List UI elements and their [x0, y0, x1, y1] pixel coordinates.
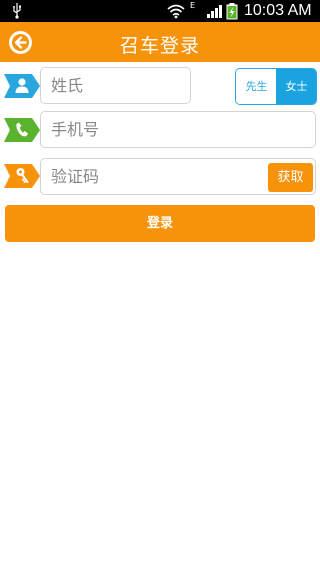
key-icon [4, 164, 40, 188]
get-code-button[interactable]: 获取 [268, 163, 313, 192]
status-time: 10:03 AM [244, 2, 312, 19]
login-button[interactable]: 登录 [5, 205, 315, 242]
phone-icon [4, 118, 40, 142]
code-input-placeholder: 验证码 [51, 167, 100, 186]
gender-option-male[interactable]: 先生 [236, 69, 277, 104]
app-header: 召车登录 [0, 22, 320, 62]
network-type: E [190, 1, 196, 10]
gender-toggle: 先生 女士 [235, 68, 317, 105]
signal-icon [207, 5, 222, 18]
battery-charging-icon [226, 3, 238, 20]
page-title: 召车登录 [119, 35, 200, 57]
phone-input[interactable]: 手机号 [40, 111, 316, 148]
status-bar: E 10:03 AM [0, 0, 320, 22]
person-icon [4, 74, 40, 98]
gender-option-female[interactable]: 女士 [276, 69, 316, 104]
usb-icon [13, 3, 21, 19]
surname-input[interactable]: 姓氏 [40, 67, 191, 104]
wifi-icon [167, 4, 185, 19]
